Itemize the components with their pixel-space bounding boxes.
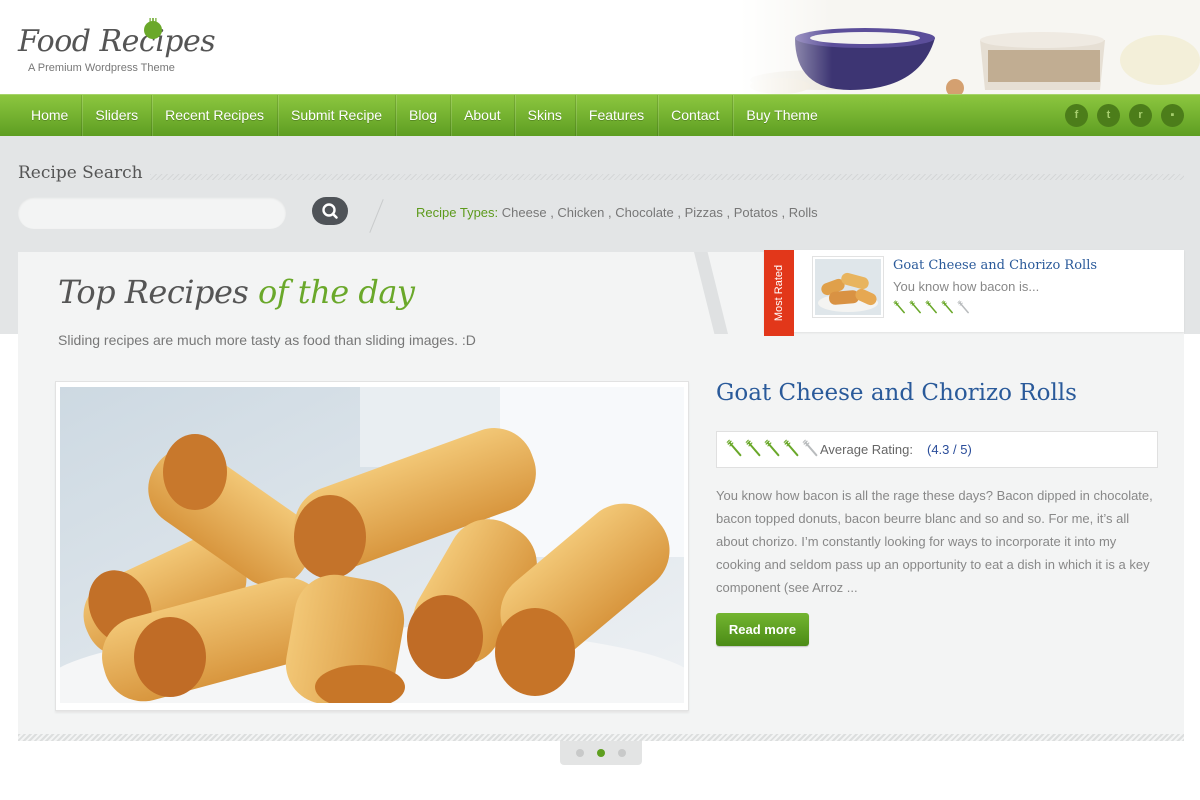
- nav-item-buy-theme[interactable]: Buy Theme: [733, 95, 830, 137]
- fork-filled-icon: [909, 300, 921, 314]
- featured-title-main: Top Recipes: [58, 273, 249, 311]
- most-rated-title-link[interactable]: Goat Cheese and Chorizo Rolls: [893, 258, 1097, 273]
- fork-filled-icon: [726, 439, 742, 457]
- read-more-button[interactable]: Read more: [716, 613, 809, 646]
- search-heading: Recipe Search: [18, 163, 143, 183]
- logo-title: Food Recipes: [18, 24, 216, 59]
- slide-title-link[interactable]: Goat Cheese and Chorizo Rolls: [716, 380, 1077, 406]
- most-rated-ribbon-label: Most Rated: [773, 264, 785, 322]
- rolls-thumbnail-image: [815, 259, 881, 315]
- featured-title: Top Recipes of the day: [58, 273, 415, 311]
- recipe-type-link[interactable]: Cheese: [502, 205, 547, 220]
- fork-filled-icon: [941, 300, 953, 314]
- nav-item-blog[interactable]: Blog: [396, 95, 452, 137]
- slide-excerpt: You know how bacon is all the rage these…: [716, 488, 1153, 595]
- recipe-type-link[interactable]: Rolls: [789, 205, 818, 220]
- search-input[interactable]: [18, 197, 286, 229]
- nav-item-sliders[interactable]: Sliders: [82, 95, 153, 137]
- nav-item-skins[interactable]: Skins: [515, 95, 576, 137]
- slide-image[interactable]: [60, 387, 684, 703]
- nav-item-recent-recipes[interactable]: Recent Recipes: [152, 95, 278, 137]
- heading-divider: [150, 174, 1184, 180]
- recipe-type-link[interactable]: Potatos: [734, 205, 778, 220]
- nav-item-features[interactable]: Features: [576, 95, 659, 137]
- featured-subtitle: Sliding recipes are much more tasty as f…: [58, 332, 476, 348]
- rating-label: Average Rating:: [820, 442, 913, 457]
- main-nav: Home Sliders Recent Recipes Submit Recip…: [0, 94, 1200, 137]
- slider-pager-dot[interactable]: [576, 749, 584, 757]
- fork-filled-icon: [764, 439, 780, 457]
- recipe-type-link[interactable]: Chicken: [557, 205, 604, 220]
- nav-item-contact[interactable]: Contact: [658, 95, 734, 137]
- site-header: Food Recipes A Premium Wordpress Theme: [0, 0, 1200, 94]
- rss-icon[interactable]: r: [1129, 104, 1152, 127]
- rating-value: (4.3 / 5): [927, 442, 972, 457]
- fork-empty-icon: [802, 439, 818, 457]
- nav-menu: Home Sliders Recent Recipes Submit Recip…: [18, 95, 831, 137]
- most-rated-ribbon-label-wrap: Most Rated: [764, 250, 794, 336]
- slider-pager: [560, 741, 642, 765]
- header-food-image: [740, 0, 1200, 94]
- nav-item-home[interactable]: Home: [18, 95, 83, 137]
- search-button[interactable]: [312, 197, 348, 225]
- most-rated-thumbnail[interactable]: [813, 257, 883, 317]
- fork-filled-icon: [925, 300, 937, 314]
- flickr-icon[interactable]: ▪: [1161, 104, 1184, 127]
- fork-filled-icon: [783, 439, 799, 457]
- facebook-icon[interactable]: f: [1065, 104, 1088, 127]
- logo-subtitle: A Premium Wordpress Theme: [28, 62, 175, 74]
- nav-item-about[interactable]: About: [451, 95, 515, 137]
- social-links: f t r ▪: [1065, 104, 1184, 127]
- site-logo[interactable]: Food Recipes A Premium Wordpress Theme: [18, 18, 216, 80]
- fork-plate-icon: [144, 18, 162, 39]
- most-rated-fork-rating: [893, 300, 971, 314]
- recipe-types: Recipe Types: Cheese , Chicken , Chocola…: [416, 205, 818, 220]
- most-rated-excerpt: You know how bacon is...: [893, 279, 1040, 294]
- panel-bottom-border: [18, 734, 1184, 741]
- fork-empty-icon: [957, 300, 969, 314]
- twitter-icon[interactable]: t: [1097, 104, 1120, 127]
- recipe-type-link[interactable]: Pizzas: [685, 205, 723, 220]
- fork-filled-icon: [745, 439, 761, 457]
- average-fork-rating: [726, 439, 820, 457]
- recipe-type-link[interactable]: Chocolate: [615, 205, 674, 220]
- goat-cheese-rolls-photo: [60, 387, 684, 703]
- slider-pager-dot[interactable]: [618, 749, 626, 757]
- fork-filled-icon: [893, 300, 905, 314]
- slider-pager-dot[interactable]: [597, 749, 605, 757]
- featured-title-accent: of the day: [257, 273, 415, 311]
- recipe-types-label: Recipe Types:: [416, 205, 499, 220]
- search-icon: [322, 203, 338, 219]
- nav-item-submit-recipe[interactable]: Submit Recipe: [278, 95, 397, 137]
